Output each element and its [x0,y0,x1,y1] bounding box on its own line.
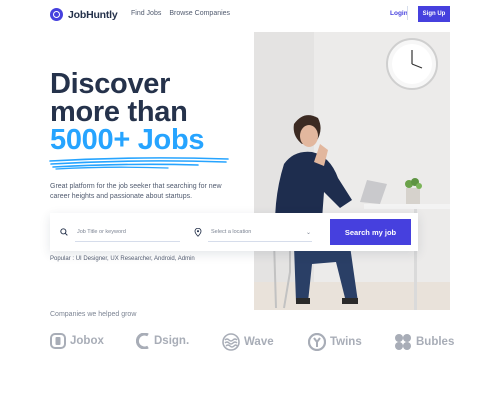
dsign-icon [136,333,149,349]
location-pin-icon [194,227,202,237]
bubles-icon [395,334,411,350]
wall-clock [386,38,438,90]
popular-items[interactable]: UI Designer, UX Researcher, Android, Adm… [76,256,195,262]
search-icon [60,228,68,236]
hero-title-highlight: 5000+ Jobs [50,124,205,156]
keyword-underline [75,241,180,242]
hero-image [254,32,450,310]
hero-subtitle: Great platform for the job seeker that s… [50,183,222,200]
twins-icon [308,333,326,351]
location-field[interactable]: Select a location ⌄ [190,213,320,251]
company-logo-twins: Twins [308,333,362,351]
company-logo-bubles: Bubles [394,333,454,351]
company-name: Wave [244,336,274,348]
login-button[interactable]: Login [390,10,408,17]
nav-link-find-jobs[interactable]: Find Jobs [131,10,161,17]
companies-heading: Companies we helped grow [50,311,137,318]
signup-button[interactable]: Sign Up [418,6,450,22]
location-underline [208,241,312,242]
company-logo-jobox: Jobox [50,333,104,349]
keyword-field [50,213,190,251]
company-logos: Jobox Dsign. Wave Twins Bubles [50,333,454,351]
brand-name: JobHuntly [68,8,118,21]
nav-links: Find Jobs Browse Companies [131,10,230,17]
company-name: Twins [330,336,362,348]
search-button[interactable]: Search my job [330,219,411,245]
company-logo-dsign: Dsign. [136,333,189,349]
company-name: Jobox [70,335,104,347]
hero-title-line-2: more than [50,96,188,128]
company-logo-wave: Wave [222,333,274,351]
company-name: Dsign. [154,335,190,347]
hero-title-line-1: Discover [50,68,171,100]
wave-icon [222,333,240,351]
nav-divider [407,6,408,20]
hero-title: Discover more than 5000+ Jobs [50,68,205,156]
company-name: Bubles [416,336,455,348]
brand-logo-icon [50,8,63,21]
nav-link-browse-companies[interactable]: Browse Companies [169,10,230,17]
jobox-icon [50,333,66,349]
location-select[interactable]: Select a location [211,229,306,235]
hero-underline-scribble [49,157,229,170]
popular-searches: Popular : UI Designer, UX Researcher, An… [50,256,195,262]
keyword-input[interactable] [77,229,177,235]
top-navigation: JobHuntly Find Jobs Browse Companies Log… [0,0,500,30]
brand-logo[interactable]: JobHuntly [50,8,118,21]
popular-label: Popular : [50,256,75,262]
chevron-down-icon: ⌄ [306,229,312,236]
job-search-bar: Select a location ⌄ Search my job [50,213,418,251]
